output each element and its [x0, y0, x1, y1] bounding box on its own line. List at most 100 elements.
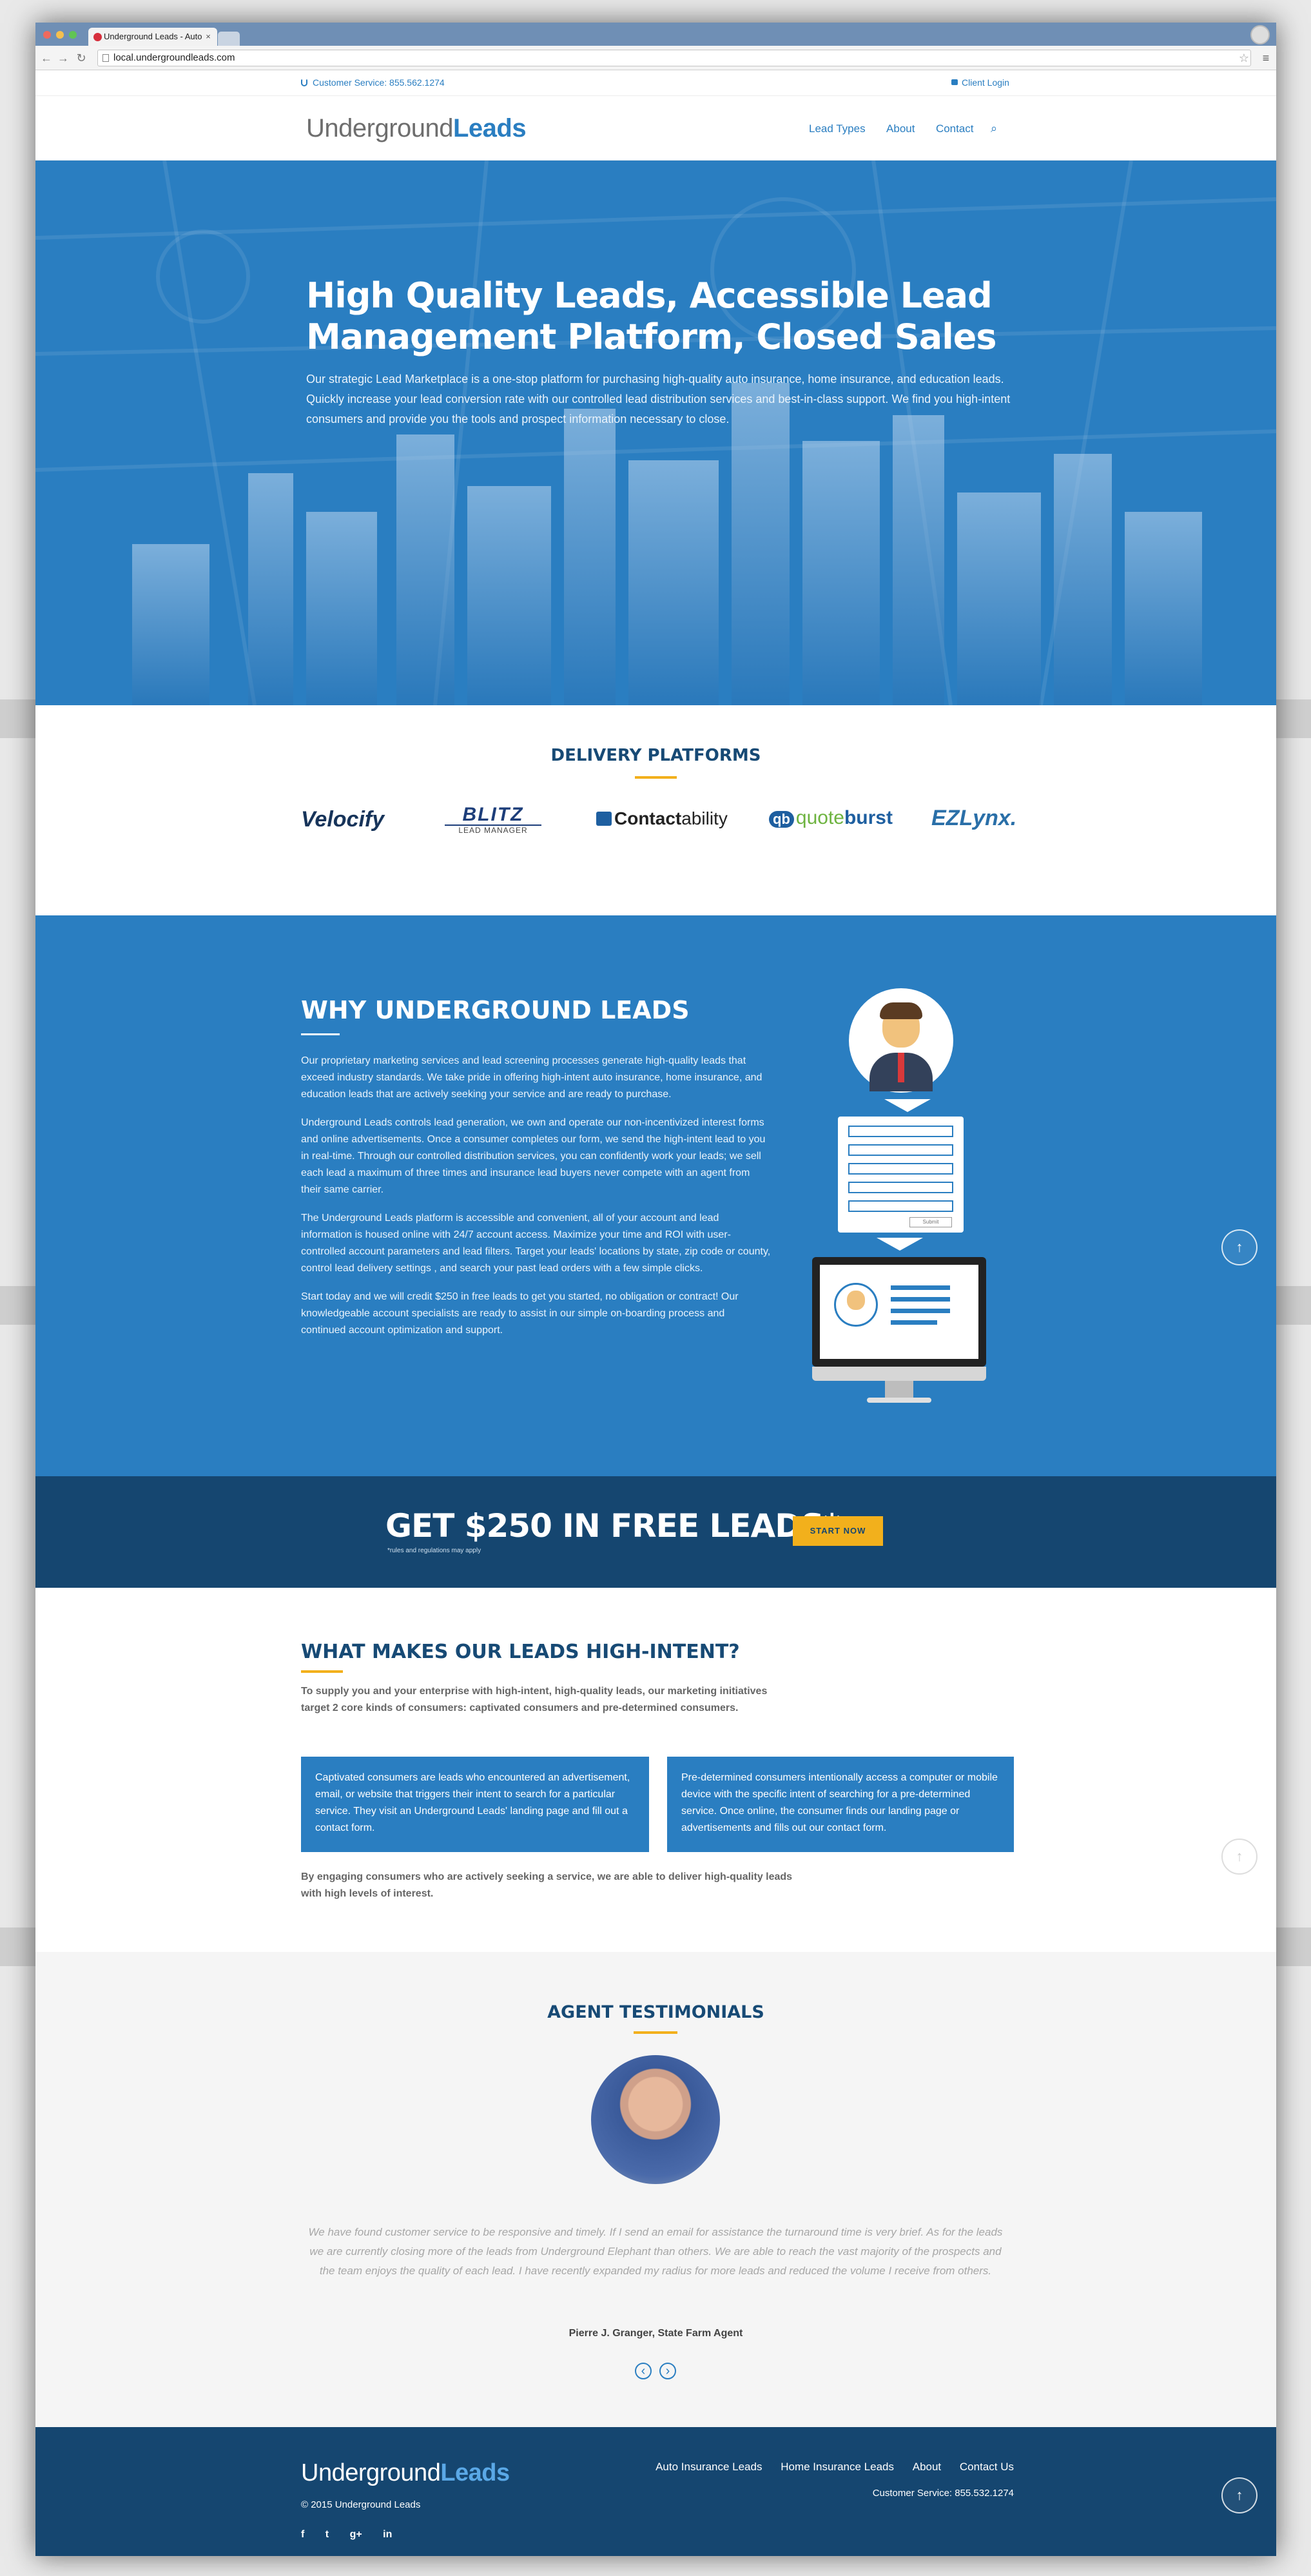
delivery-heading: DELIVERY PLATFORMS	[550, 746, 761, 765]
agent-photo	[591, 2055, 720, 2184]
web-page: Customer Service: 855.562.1274 Client Lo…	[35, 70, 1276, 2556]
heading-underline	[634, 2031, 677, 2034]
footer-link-home-insurance[interactable]: Home Insurance Leads	[781, 2461, 894, 2473]
favicon-icon	[93, 33, 102, 41]
contact-light-text: ability	[681, 808, 728, 828]
nav-lead-types[interactable]: Lead Types	[809, 122, 866, 135]
blitz-text: BLITZ	[462, 804, 524, 825]
agent-avatar-illustration	[849, 988, 953, 1093]
intent-heading: WHAT MAKES OUR LEADS HIGH-INTENT?	[301, 1641, 740, 1663]
hero-title: High Quality Leads, Accessible Lead Manag…	[306, 275, 996, 357]
captivated-consumers-box: Captivated consumers are leads who encou…	[301, 1757, 649, 1852]
blitz-lead-manager-logo: BLITZ LEAD MANAGER	[445, 805, 541, 835]
forward-arrow-icon[interactable]: →	[56, 51, 70, 65]
url-text: local.undergroundleads.com	[113, 52, 235, 63]
quoteburst-logo: qb quoteburst	[769, 807, 893, 829]
footer-link-about[interactable]: About	[913, 2461, 941, 2473]
why-heading: WHY UNDERGROUND LEADS	[301, 996, 690, 1024]
logo-light-text: Underground	[306, 114, 454, 142]
why-paragraph: Underground Leads controls lead generati…	[301, 1117, 766, 1195]
facebook-icon[interactable]: f	[301, 2529, 304, 2540]
new-tab-button[interactable]	[218, 32, 240, 46]
high-intent-section: WHAT MAKES OUR LEADS HIGH-INTENT? To sup…	[35, 1588, 1276, 1952]
minimize-window-icon[interactable]	[56, 31, 64, 39]
promo-banner: GET $250 IN FREE LEADS* *rules and regul…	[35, 1476, 1276, 1588]
customer-service-text: Customer Service: 855.562.1274	[313, 77, 445, 88]
client-login-link[interactable]: Client Login	[962, 77, 1009, 88]
why-paragraph: The Underground Leads platform is access…	[301, 1213, 771, 1274]
logo-bold-text: Leads	[440, 2459, 510, 2486]
social-links: f t g+ in	[301, 2529, 392, 2541]
tab-close-icon[interactable]: ×	[203, 28, 213, 46]
testimonials-heading: AGENT TESTIMONIALS	[547, 2002, 764, 2022]
profile-avatar-icon[interactable]	[1250, 25, 1270, 44]
quote-text: quote	[795, 807, 844, 828]
site-logo[interactable]: UndergroundLeads	[306, 114, 527, 143]
contactability-logo: Contactability	[596, 808, 728, 829]
lock-icon	[951, 79, 958, 85]
intent-intro: To supply you and your enterprise with h…	[301, 1686, 768, 1713]
search-icon[interactable]: ⌕	[991, 122, 997, 135]
predetermined-consumers-box: Pre-determined consumers intentionally a…	[667, 1757, 1014, 1852]
scroll-to-top-button[interactable]: ↑	[1221, 1839, 1258, 1875]
heading-underline	[635, 776, 677, 779]
site-footer: UndergroundLeads © 2015 Underground Lead…	[35, 2427, 1276, 2556]
logo-bold-text: Leads	[453, 114, 527, 142]
reload-icon[interactable]: ↻	[74, 51, 88, 65]
site-header: UndergroundLeads Lead Types About Contac…	[35, 96, 1276, 161]
why-body: Our proprietary marketing services and l…	[301, 1053, 772, 1351]
browser-toolbar: ← → ↻ local.undergroundleads.com ☆ ≡	[35, 46, 1276, 70]
intent-outro: By engaging consumers who are actively s…	[301, 1871, 793, 1899]
close-window-icon[interactable]	[43, 31, 51, 39]
monitor-illustration	[812, 1257, 986, 1367]
footer-link-auto-insurance[interactable]: Auto Insurance Leads	[656, 2461, 762, 2473]
heading-underline	[301, 1033, 340, 1035]
form-submit-illustration: Submit	[909, 1217, 952, 1227]
why-paragraph: Start today and we will credit $250 in f…	[301, 1291, 739, 1336]
speech-bubble-icon	[596, 812, 612, 826]
nav-contact[interactable]: Contact	[936, 122, 974, 135]
footer-nav: Auto Insurance Leads Home Insurance Lead…	[632, 2461, 1014, 2474]
hamburger-menu-icon[interactable]: ≡	[1259, 51, 1273, 65]
burst-text: burst	[844, 807, 893, 828]
utility-bar: Customer Service: 855.562.1274 Client Lo…	[35, 70, 1276, 96]
twitter-icon[interactable]: t	[325, 2529, 329, 2540]
footer-link-contact-us[interactable]: Contact Us	[960, 2461, 1014, 2473]
delivery-platforms-section: DELIVERY PLATFORMS Velocify BLITZ LEAD M…	[35, 705, 1276, 915]
copyright: © 2015 Underground Leads	[301, 2499, 421, 2510]
bookmark-star-icon[interactable]: ☆	[1237, 51, 1251, 65]
blitz-sub-text: LEAD MANAGER	[445, 825, 541, 835]
hero-section: High Quality Leads, Accessible Lead Manag…	[35, 161, 1276, 705]
prev-testimonial-button[interactable]: ‹	[635, 2363, 652, 2379]
scroll-to-top-button[interactable]: ↑	[1221, 2477, 1258, 2513]
footer-customer-service: Customer Service: 855.532.1274	[872, 2488, 1014, 2499]
heading-underline	[301, 1670, 343, 1673]
promo-fineprint: *rules and regulations may apply	[387, 1547, 481, 1554]
tab-title: Underground Leads - Auto	[104, 32, 202, 41]
lead-form-illustration: Submit	[838, 1117, 964, 1233]
contact-bold-text: Contact	[614, 808, 682, 828]
phone-icon	[301, 79, 307, 86]
back-arrow-icon[interactable]: ←	[39, 51, 53, 65]
scroll-to-top-button[interactable]: ↑	[1221, 1229, 1258, 1265]
main-nav: Lead Types About Contact ⌕	[809, 122, 997, 135]
qb-badge: qb	[769, 811, 794, 828]
address-bar[interactable]: local.undergroundleads.com	[97, 50, 1251, 66]
promo-headline: GET $250 IN FREE LEADS*	[385, 1507, 840, 1545]
tab-strip: Underground Leads - Auto ×	[35, 23, 1276, 46]
zoom-window-icon[interactable]	[69, 31, 77, 39]
browser-window: Underground Leads - Auto × ← → ↻ local.u…	[35, 23, 1276, 2556]
browser-tab[interactable]: Underground Leads - Auto	[88, 28, 217, 46]
testimonial-quote: We have found customer service to be res…	[308, 2226, 1003, 2277]
logo-light-text: Underground	[301, 2459, 441, 2486]
why-section: WHY UNDERGROUND LEADS Our proprietary ma…	[35, 915, 1276, 1476]
hero-content: High Quality Leads, Accessible Lead Manag…	[306, 275, 1015, 429]
nav-about[interactable]: About	[886, 122, 915, 135]
testimonials-section: AGENT TESTIMONIALS We have found custome…	[35, 1952, 1276, 2427]
down-arrow-icon	[877, 1238, 923, 1251]
next-testimonial-button[interactable]: ›	[659, 2363, 676, 2379]
linkedin-icon[interactable]: in	[383, 2529, 392, 2540]
start-now-button[interactable]: START NOW	[793, 1516, 883, 1546]
google-plus-icon[interactable]: g+	[350, 2529, 362, 2540]
footer-logo[interactable]: UndergroundLeads	[301, 2459, 510, 2487]
